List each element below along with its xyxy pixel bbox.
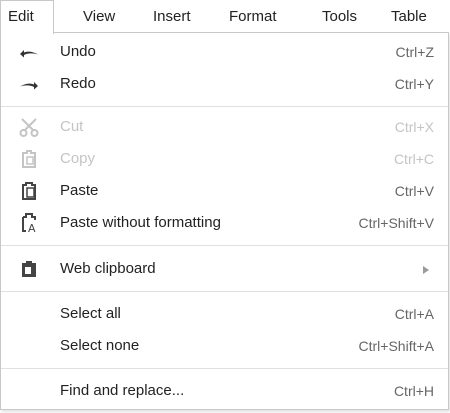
menu-item-select-none[interactable]: Select none Ctrl+Shift+A: [1, 330, 448, 362]
edit-dropdown-menu: Undo Ctrl+Z Redo Ctrl+Y Cut Ctrl+X Copy …: [0, 32, 449, 410]
menu-item-find-and-replace[interactable]: Find and replace... Ctrl+H: [1, 375, 448, 407]
menu-item-paste[interactable]: Paste Ctrl+V: [1, 175, 448, 207]
menu-item-web-clipboard[interactable]: Web clipboard: [1, 253, 448, 285]
submenu-arrow-icon: [423, 266, 429, 274]
menu-item-label: Paste without formatting: [60, 214, 221, 231]
menu-item-label: Undo: [60, 43, 96, 60]
menu-item-shortcut: Ctrl+C: [393, 151, 434, 167]
clipboard-icon: [18, 258, 40, 280]
menu-separator: [1, 106, 448, 107]
svg-text:A: A: [28, 222, 36, 234]
menu-item-label: Select all: [60, 305, 121, 322]
menu-item-shortcut: Ctrl+Shift+A: [358, 338, 434, 354]
menu-item-shortcut: Ctrl+X: [394, 119, 434, 135]
scissors-icon: [18, 116, 40, 138]
menu-separator: [1, 368, 448, 369]
menu-item-paste-without-formatting[interactable]: A Paste without formatting Ctrl+Shift+V: [1, 207, 448, 239]
menu-item-undo[interactable]: Undo Ctrl+Z: [1, 36, 448, 68]
paste-plain-icon: A: [18, 212, 40, 235]
menu-item-shortcut: Ctrl+Z: [395, 44, 435, 60]
menu-item-shortcut: Ctrl+V: [394, 183, 434, 199]
menu-item-label: Select none: [60, 337, 140, 354]
menu-item-label: Cut: [60, 118, 84, 135]
menu-item-shortcut: Ctrl+Y: [394, 76, 434, 92]
menu-item-redo[interactable]: Redo Ctrl+Y: [1, 68, 448, 100]
menu-item-label: Find and replace...: [60, 382, 185, 399]
copy-icon: [18, 148, 40, 170]
menu-item-label: Copy: [60, 150, 96, 167]
menu-tools[interactable]: Tools: [315, 0, 364, 32]
menu-item-copy[interactable]: Copy Ctrl+C: [1, 143, 448, 175]
paste-icon: [18, 180, 40, 202]
menu-separator: [1, 245, 448, 246]
menu-item-shortcut: Ctrl+Shift+V: [358, 215, 434, 231]
menu-item-shortcut: Ctrl+A: [394, 306, 434, 322]
menu-item-label: Web clipboard: [60, 260, 156, 277]
menu-item-label: Paste: [60, 182, 99, 199]
menu-edit[interactable]: Edit: [0, 0, 54, 34]
menu-insert[interactable]: Insert: [146, 0, 198, 32]
menu-item-shortcut: Ctrl+H: [393, 383, 434, 399]
menubar: Edit View Insert Format Tools Table: [0, 0, 450, 34]
menu-item-select-all[interactable]: Select all Ctrl+A: [1, 298, 448, 330]
menu-item-cut[interactable]: Cut Ctrl+X: [1, 111, 448, 143]
redo-icon: [18, 73, 40, 95]
menu-separator: [1, 291, 448, 292]
menu-table[interactable]: Table: [384, 0, 434, 32]
menu-format[interactable]: Format: [222, 0, 284, 32]
app-screen: Edit View Insert Format Tools Table Undo…: [0, 0, 450, 413]
menu-item-label: Redo: [60, 75, 96, 92]
undo-icon: [18, 41, 40, 63]
menu-view[interactable]: View: [76, 0, 122, 32]
